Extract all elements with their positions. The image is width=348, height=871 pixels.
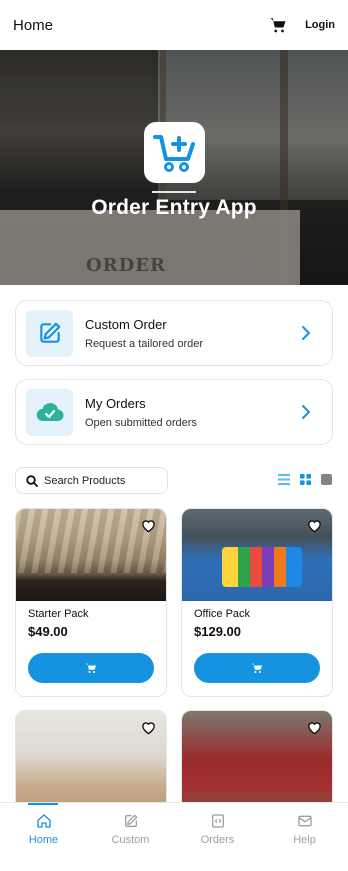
list-view-icon[interactable]	[278, 474, 290, 485]
nav-item-orders[interactable]: Orders	[174, 803, 261, 871]
header-actions: Login	[269, 16, 335, 34]
my-orders-card[interactable]: My Orders Open submitted orders	[15, 379, 333, 445]
product-price: $49.00	[28, 624, 68, 639]
home-icon	[36, 814, 51, 828]
product-price: $129.00	[194, 624, 241, 639]
login-link[interactable]: Login	[305, 19, 335, 31]
hero-background-text: ORDER	[86, 255, 166, 276]
nav-label: Orders	[200, 834, 235, 846]
bottom-navigation: Home Custom Orders Help	[0, 802, 348, 871]
custom-order-card[interactable]: Custom Order Request a tailored order	[15, 300, 333, 366]
heart-icon[interactable]	[141, 721, 156, 735]
search-icon	[26, 474, 38, 487]
search-placeholder: Search Products	[44, 474, 126, 487]
product-image	[16, 509, 166, 601]
app-title: Order Entry App	[91, 196, 257, 219]
nav-item-help[interactable]: Help	[261, 803, 348, 871]
product-name: Office Pack	[194, 608, 251, 620]
cloud-check-icon	[36, 403, 64, 422]
search-input[interactable]: Search Products	[15, 467, 168, 494]
chevron-right-icon	[302, 326, 310, 340]
view-toggle-group	[278, 474, 332, 485]
nav-label: Home	[28, 834, 59, 846]
add-to-cart-button[interactable]	[28, 653, 154, 683]
cart-icon	[252, 663, 262, 673]
grid-view-icon[interactable]	[300, 474, 311, 485]
cart-icon	[86, 663, 96, 673]
mail-icon	[297, 815, 312, 827]
cart-icon[interactable]	[269, 16, 287, 34]
nav-label: Help	[293, 834, 316, 846]
edit-icon	[124, 814, 137, 827]
add-to-cart-button[interactable]	[194, 653, 320, 683]
custom-order-subtitle: Request a tailored order	[85, 337, 204, 350]
chevron-right-icon	[302, 405, 310, 419]
orders-icon	[211, 814, 224, 828]
edit-icon	[39, 322, 60, 343]
cart-plus-icon	[152, 134, 195, 172]
app-logo	[144, 122, 205, 183]
product-image	[182, 509, 332, 601]
product-card[interactable]: Office Pack $129.00	[181, 508, 333, 697]
product-name: Starter Pack	[28, 608, 89, 620]
nav-label: Custom	[111, 834, 150, 846]
my-orders-subtitle: Open submitted orders	[85, 416, 197, 429]
product-card[interactable]: Starter Pack $49.00	[15, 508, 167, 697]
my-orders-title: My Orders	[85, 395, 146, 411]
nav-item-home[interactable]: Home	[0, 803, 87, 871]
heart-icon[interactable]	[307, 721, 322, 735]
tile-view-icon[interactable]	[321, 474, 332, 485]
heart-icon[interactable]	[141, 519, 156, 533]
top-bar: Home Login	[0, 0, 348, 50]
heart-icon[interactable]	[307, 519, 322, 533]
page-title: Home	[13, 16, 54, 34]
hero-banner: ORDER Order Entry App	[0, 50, 348, 285]
custom-order-title: Custom Order	[85, 316, 167, 332]
nav-item-custom[interactable]: Custom	[87, 803, 174, 871]
